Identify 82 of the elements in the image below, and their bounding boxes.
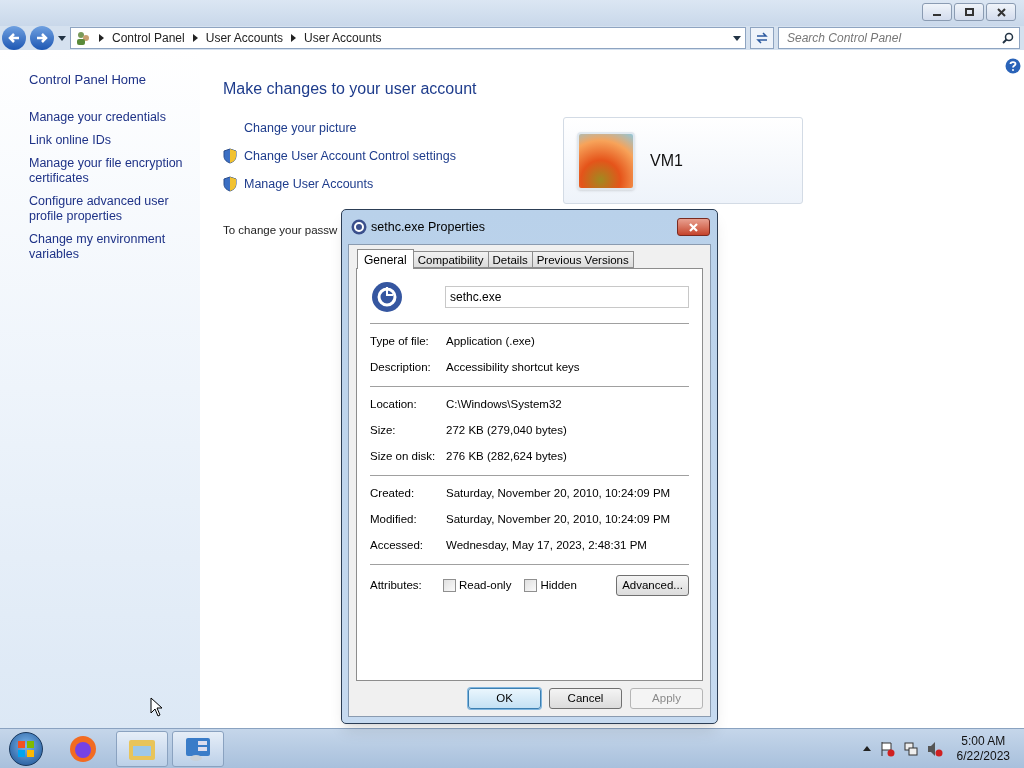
sidebar-link[interactable]: Change my environment variables <box>29 231 188 262</box>
property-label: Modified: <box>370 512 418 528</box>
property-value: Wednesday, May 17, 2023, 2:48:31 PM <box>446 538 647 554</box>
property-label: Size on disk: <box>370 449 437 465</box>
breadcrumb-item[interactable]: Control Panel <box>112 29 185 47</box>
tab[interactable]: Compatibility <box>412 251 489 268</box>
property-label: Created: <box>370 486 416 502</box>
users-icon <box>75 30 91 46</box>
forward-button[interactable] <box>30 26 54 50</box>
checkbox-label: Read-only <box>459 577 512 593</box>
property-label: Accessed: <box>370 538 425 554</box>
property-value: Accessibility shortcut keys <box>446 360 580 376</box>
clock-date: 6/22/2023 <box>956 748 1010 764</box>
property-value: C:\Windows\System32 <box>446 397 562 413</box>
sidebar-link[interactable]: Configure advanced user profile properties <box>29 193 188 224</box>
password-text: To change your passw <box>223 223 338 238</box>
breadcrumb-item[interactable]: User Accounts <box>205 29 284 47</box>
property-label: Location: <box>370 397 418 413</box>
caret-up-icon[interactable] <box>862 746 871 751</box>
arrow-right-icon <box>36 32 48 44</box>
tab[interactable]: Previous Versions <box>531 251 634 268</box>
property-label: Description: <box>370 360 432 376</box>
minimize-button[interactable] <box>922 3 952 21</box>
task-link[interactable]: Manage User Accounts <box>244 174 374 194</box>
speaker-muted-icon[interactable] <box>926 740 943 757</box>
property-label: Type of file: <box>370 334 430 350</box>
dialog-button[interactable]: Cancel <box>549 688 622 709</box>
shield-icon <box>223 148 237 165</box>
browser-icon <box>68 733 98 764</box>
search-field[interactable]: Search Control Panel <box>778 27 1020 49</box>
property-value: 276 KB (282,624 bytes) <box>446 449 567 465</box>
dropdown-caret-icon[interactable] <box>733 35 741 41</box>
page-heading: Make changes to your user account <box>223 79 477 99</box>
property-value: Application (.exe) <box>446 334 535 350</box>
property-label: Size: <box>370 423 397 439</box>
chevron-icon <box>291 34 297 42</box>
help-icon[interactable] <box>1005 58 1021 74</box>
chevron-icon <box>99 34 104 42</box>
flag-icon[interactable] <box>878 740 895 757</box>
tab[interactable]: General <box>357 249 414 269</box>
clock[interactable]: 5:00 AM 6/22/2023 <box>956 733 1010 764</box>
dropdown-caret-icon[interactable] <box>58 35 66 41</box>
taskbar-app[interactable] <box>172 730 224 767</box>
breadcrumb-item[interactable]: User Accounts <box>304 29 382 47</box>
refresh-icon <box>755 32 769 44</box>
sidebar-link[interactable]: Link online IDs <box>29 132 188 148</box>
task-link[interactable]: Change User Account Control settings <box>244 146 456 166</box>
user-picture <box>577 131 635 190</box>
chevron-icon <box>192 34 198 42</box>
checkbox[interactable] <box>443 579 456 592</box>
file-name-field[interactable]: sethc.exe <box>445 286 689 308</box>
close-button[interactable] <box>986 3 1016 21</box>
arrow-left-icon <box>8 32 20 44</box>
mouse-pointer-icon <box>150 697 163 717</box>
sidebar-link[interactable]: Manage your credentials <box>29 109 188 125</box>
close-button[interactable] <box>677 218 710 236</box>
sidebar-link[interactable]: Manage your file encryption certificates <box>29 155 188 186</box>
property-value: 272 KB (279,040 bytes) <box>446 423 567 439</box>
back-button[interactable] <box>2 26 26 50</box>
shield-icon <box>223 175 237 192</box>
account-name: VM1 <box>650 150 683 171</box>
checkbox[interactable] <box>524 579 538 592</box>
advanced-button[interactable]: Advanced... <box>616 575 689 596</box>
property-label: Attributes: <box>370 577 423 593</box>
close-icon <box>996 7 1006 17</box>
property-value: Saturday, November 20, 2010, 10:24:09 PM <box>446 486 671 502</box>
task-link[interactable]: Change your picture <box>244 119 357 138</box>
clock-time: 5:00 AM <box>961 733 1006 749</box>
tab[interactable]: Details <box>487 251 533 268</box>
property-value: Saturday, November 20, 2010, 10:24:09 PM <box>446 512 671 528</box>
dialog-button[interactable]: OK <box>468 688 541 709</box>
refresh-button[interactable] <box>750 27 774 49</box>
close-icon <box>689 222 698 232</box>
control-panel-icon <box>184 735 212 762</box>
sidebar-link[interactable]: Control Panel Home <box>29 70 188 90</box>
checkbox-label: Hidden <box>540 577 577 593</box>
dialog-title: sethc.exe Properties <box>371 218 485 236</box>
address-field[interactable]: Control Panel User Accounts User Accounts <box>70 27 746 49</box>
search-icon <box>1002 32 1014 44</box>
windows-logo-icon <box>17 739 35 758</box>
network-icon[interactable] <box>902 740 919 757</box>
restore-button[interactable] <box>954 3 984 21</box>
